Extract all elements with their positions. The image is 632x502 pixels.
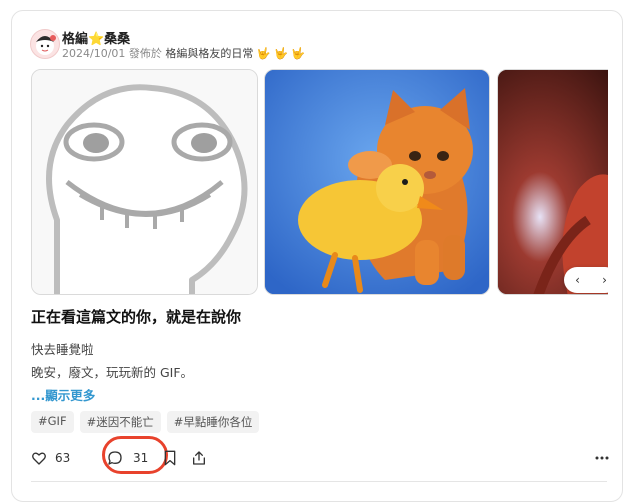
board-name[interactable]: 格編與格友的日常 🤟 🤟 🤟 — [165, 47, 305, 60]
bookmark-button[interactable] — [163, 443, 177, 473]
post-title[interactable]: 正在看這篇文的你，就是在說你 — [31, 306, 241, 327]
share-button[interactable] — [191, 443, 207, 473]
post-header: 格編⭐桑桑 2024/10/01 發佈於 格編與格友的日常 🤟 🤟 🤟 — [30, 27, 590, 63]
gallery-image-kitten-duckling[interactable] — [264, 69, 490, 295]
post-body-line: 快去睡覺啦 — [31, 342, 94, 357]
image-gallery: ‹ › — [31, 69, 608, 295]
author-avatar[interactable] — [30, 29, 60, 59]
gallery-next-button[interactable]: › — [602, 273, 607, 287]
post-date: 2024/10/01 — [62, 47, 126, 60]
tag-list: #GIF #迷因不能亡 #早點睡你各位 — [31, 411, 260, 433]
tag-chip[interactable]: #迷因不能亡 — [79, 411, 161, 433]
gallery-image-partial[interactable] — [497, 69, 608, 295]
comment-icon — [107, 450, 123, 466]
posted-in-label: 發佈於 — [128, 47, 162, 60]
share-icon — [191, 450, 207, 466]
bookmark-icon — [163, 450, 177, 466]
post-card: 格編⭐桑桑 2024/10/01 發佈於 格編與格友的日常 🤟 🤟 🤟 ‹ › … — [11, 10, 623, 502]
more-dots-icon — [595, 456, 609, 460]
show-more-link[interactable]: ...顯示更多 — [31, 385, 95, 404]
divider — [31, 481, 607, 482]
like-button[interactable]: 63 — [31, 443, 70, 473]
post-actions: 63 31 — [31, 436, 611, 474]
tag-chip[interactable]: #GIF — [31, 411, 74, 433]
gallery-prev-button[interactable]: ‹ — [575, 273, 580, 287]
heart-icon — [31, 450, 47, 466]
more-options-button[interactable] — [595, 443, 609, 473]
comment-count: 31 — [133, 451, 149, 465]
post-meta: 2024/10/01 發佈於 格編與格友的日常 🤟 🤟 🤟 — [62, 45, 305, 61]
comment-button[interactable]: 31 — [107, 443, 148, 473]
gallery-image-smiling-face[interactable] — [31, 69, 258, 295]
like-count: 63 — [55, 451, 71, 465]
gallery-nav: ‹ › — [564, 267, 608, 293]
post-body-line: 晚安，廢文，玩玩新的 GIF。 — [31, 365, 194, 380]
tag-chip[interactable]: #早點睡你各位 — [166, 411, 260, 433]
